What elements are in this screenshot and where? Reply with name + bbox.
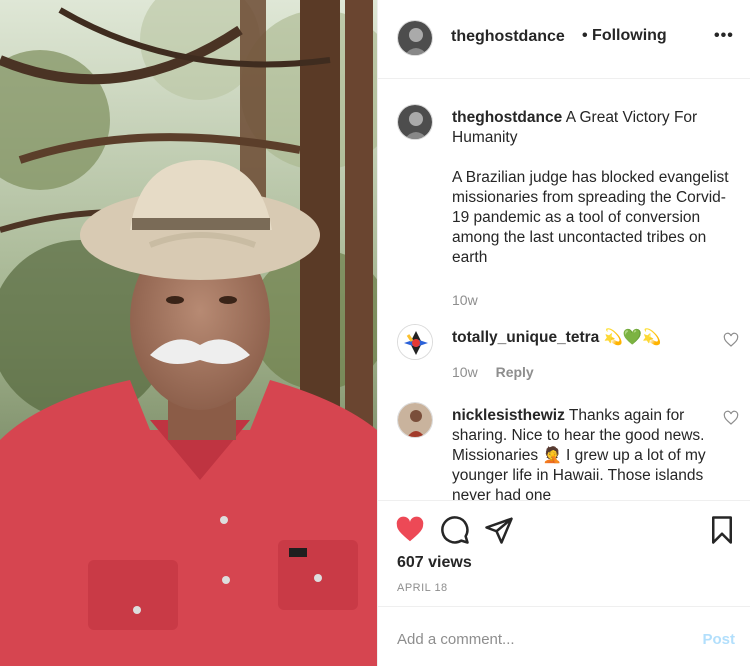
comment-username[interactable]: totally_unique_tetra (452, 329, 599, 346)
author-avatar[interactable] (397, 104, 433, 140)
caption-time: 10w (452, 292, 478, 308)
caption-username[interactable]: theghostdance (452, 109, 562, 126)
post-video[interactable] (0, 0, 377, 666)
video-frame (0, 0, 377, 666)
comment-time: 10w (452, 364, 478, 380)
post-actions: 607 views APRIL 18 (378, 500, 750, 606)
more-options-icon[interactable]: ••• (714, 27, 734, 45)
like-heart-icon[interactable] (395, 515, 425, 545)
caption-body: A Brazilian judge has blocked evangelist… (452, 169, 729, 266)
author-avatar[interactable] (397, 20, 433, 56)
comment-text: 💫💚💫 (603, 329, 662, 346)
view-count[interactable]: 607 views (397, 554, 472, 572)
like-comment-icon[interactable] (723, 410, 739, 426)
commenter-avatar[interactable] (397, 402, 433, 438)
post-header: theghostdance • Following ••• (378, 0, 750, 79)
following-status[interactable]: • Following (582, 27, 667, 45)
author-username[interactable]: theghostdance (451, 28, 565, 46)
comment-icon[interactable] (440, 515, 470, 545)
share-icon[interactable] (484, 515, 514, 545)
like-comment-icon[interactable] (723, 332, 739, 348)
save-bookmark-icon[interactable] (707, 515, 737, 545)
comments-list: theghostdance A Great Victory For Humani… (378, 80, 750, 500)
post-date: APRIL 18 (397, 582, 448, 594)
post-panel: theghostdance • Following ••• theghostda… (377, 0, 750, 666)
comment-username[interactable]: nicklesisthewiz (452, 407, 565, 424)
reply-button[interactable]: Reply (496, 364, 534, 380)
post-comment-button[interactable]: Post (702, 631, 735, 648)
comment-composer: Add a comment... Post (378, 606, 750, 666)
commenter-avatar[interactable] (397, 324, 433, 360)
add-comment-input[interactable]: Add a comment... (397, 631, 515, 648)
